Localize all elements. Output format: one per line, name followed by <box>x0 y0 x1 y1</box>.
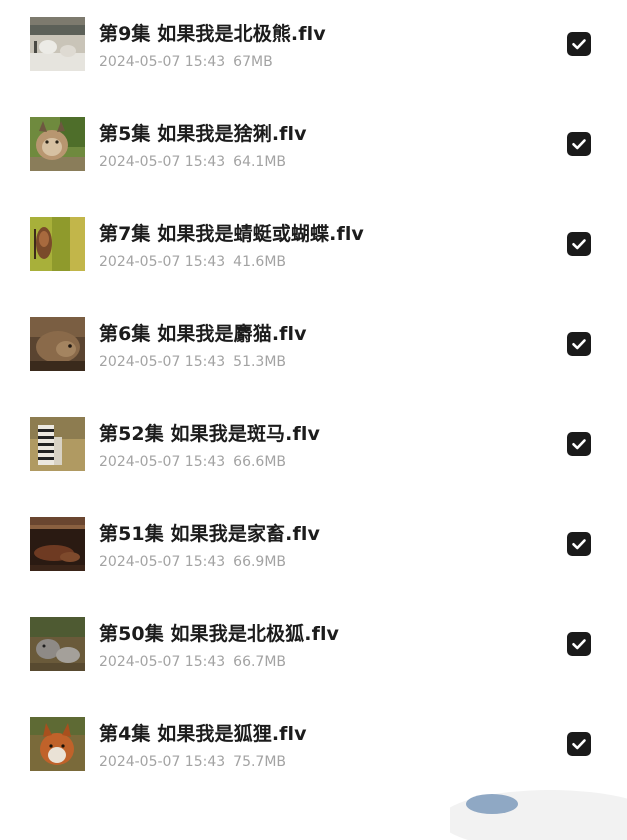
file-date: 2024-05-07 15:43 <box>99 554 226 570</box>
file-size: 41.6MB <box>233 254 287 270</box>
file-row[interactable]: 第51集 如果我是家畜.flv 2024-05-07 15:43 66.9MB <box>0 500 627 600</box>
file-name: 第52集 如果我是斑马.flv <box>99 423 320 445</box>
check-icon <box>572 539 586 550</box>
fox-thumbnail <box>30 717 85 771</box>
select-checkbox[interactable] <box>567 432 591 456</box>
file-size: 51.3MB <box>233 354 287 370</box>
file-row[interactable]: 第5集 如果我是猞猁.flv 2024-05-07 15:43 64.1MB <box>0 100 627 200</box>
file-size: 64.1MB <box>233 154 287 170</box>
check-icon <box>572 739 586 750</box>
file-name: 第5集 如果我是猞猁.flv <box>99 123 307 145</box>
select-checkbox[interactable] <box>567 32 591 56</box>
check-icon <box>572 339 586 350</box>
file-meta: 2024-05-07 15:43 41.6MB <box>99 254 286 270</box>
check-icon <box>572 639 586 650</box>
check-icon <box>572 139 586 150</box>
file-date: 2024-05-07 15:43 <box>99 254 226 270</box>
file-meta: 2024-05-07 15:43 66.9MB <box>99 554 286 570</box>
file-meta: 2024-05-07 15:43 51.3MB <box>99 354 286 370</box>
file-row[interactable]: 第52集 如果我是斑马.flv 2024-05-07 15:43 66.6MB <box>0 400 627 500</box>
file-meta: 2024-05-07 15:43 66.6MB <box>99 454 286 470</box>
civet-thumbnail <box>30 317 85 371</box>
file-name: 第51集 如果我是家畜.flv <box>99 523 320 545</box>
file-date: 2024-05-07 15:43 <box>99 154 226 170</box>
check-icon <box>572 39 586 50</box>
file-meta: 2024-05-07 15:43 66.7MB <box>99 654 286 670</box>
file-date: 2024-05-07 15:43 <box>99 654 226 670</box>
lynx-thumbnail <box>30 117 85 171</box>
file-size: 66.6MB <box>233 454 287 470</box>
file-size: 66.7MB <box>233 654 287 670</box>
file-date: 2024-05-07 15:43 <box>99 454 226 470</box>
check-icon <box>572 439 586 450</box>
arctic-fox-thumbnail <box>30 617 85 671</box>
file-date: 2024-05-07 15:43 <box>99 54 226 70</box>
select-checkbox[interactable] <box>567 132 591 156</box>
file-date: 2024-05-07 15:43 <box>99 354 226 370</box>
livestock-thumbnail <box>30 517 85 571</box>
polar-bear-thumbnail <box>30 17 85 71</box>
file-row[interactable]: 第50集 如果我是北极狐.flv 2024-05-07 15:43 66.7MB <box>0 600 627 700</box>
file-meta: 2024-05-07 15:43 75.7MB <box>99 754 286 770</box>
floating-button-edge[interactable] <box>450 780 627 840</box>
zebra-thumbnail <box>30 417 85 471</box>
select-checkbox[interactable] <box>567 232 591 256</box>
select-checkbox[interactable] <box>567 632 591 656</box>
check-icon <box>572 239 586 250</box>
file-name: 第6集 如果我是麝猫.flv <box>99 323 307 345</box>
file-row[interactable]: 第6集 如果我是麝猫.flv 2024-05-07 15:43 51.3MB <box>0 300 627 400</box>
select-checkbox[interactable] <box>567 332 591 356</box>
file-meta: 2024-05-07 15:43 67MB <box>99 54 273 70</box>
file-row[interactable]: 第9集 如果我是北极熊.flv 2024-05-07 15:43 67MB <box>0 0 627 100</box>
file-name: 第4集 如果我是狐狸.flv <box>99 723 307 745</box>
file-size: 67MB <box>233 54 273 70</box>
file-name: 第7集 如果我是蜻蜓或蝴蝶.flv <box>99 223 364 245</box>
file-date: 2024-05-07 15:43 <box>99 754 226 770</box>
file-name: 第9集 如果我是北极熊.flv <box>99 23 326 45</box>
file-size: 66.9MB <box>233 554 287 570</box>
file-meta: 2024-05-07 15:43 64.1MB <box>99 154 286 170</box>
file-size: 75.7MB <box>233 754 287 770</box>
select-checkbox[interactable] <box>567 732 591 756</box>
dragonfly-butterfly-thumbnail <box>30 217 85 271</box>
file-row[interactable]: 第7集 如果我是蜻蜓或蝴蝶.flv 2024-05-07 15:43 41.6MB <box>0 200 627 300</box>
select-checkbox[interactable] <box>567 532 591 556</box>
file-name: 第50集 如果我是北极狐.flv <box>99 623 340 645</box>
